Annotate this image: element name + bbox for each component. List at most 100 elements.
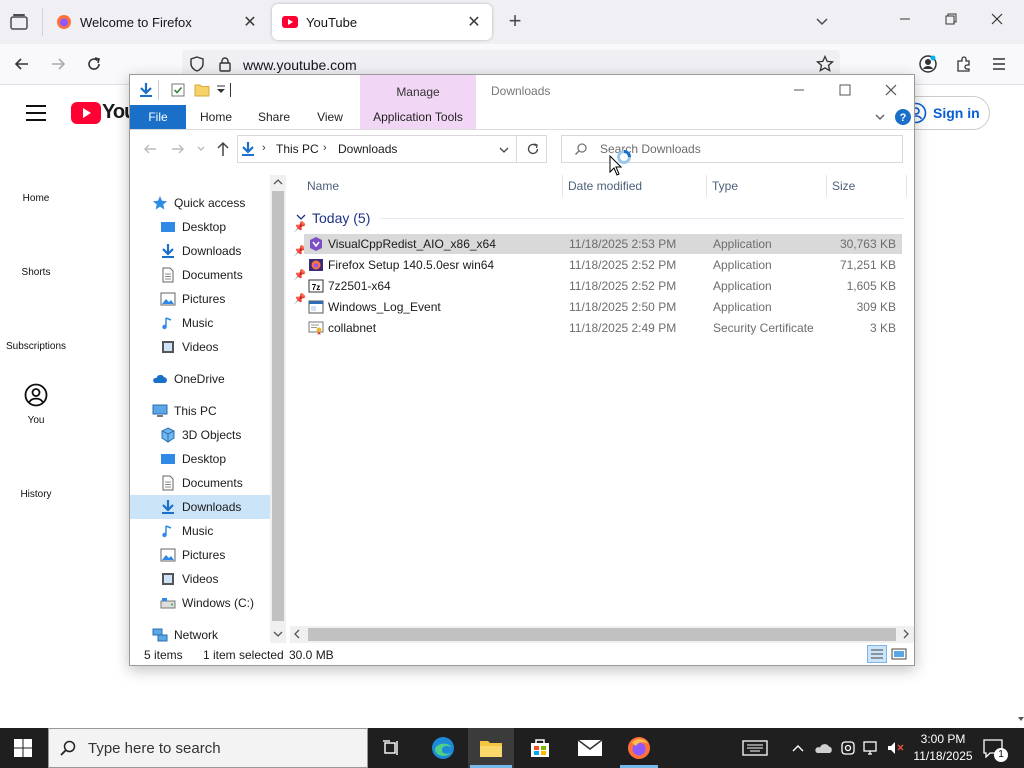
- taskbar-search-box[interactable]: Type here to search: [48, 728, 368, 768]
- file-row[interactable]: collabnet 11/18/2025 2:49 PM Security Ce…: [304, 318, 902, 338]
- scroll-left-icon[interactable]: [292, 629, 302, 639]
- close-tab-icon[interactable]: ✕: [466, 12, 482, 32]
- address-divider: [516, 135, 517, 163]
- forward-arrow-icon[interactable]: [170, 141, 186, 157]
- column-header-size[interactable]: Size: [832, 179, 855, 193]
- show-hidden-icons-chevron-icon[interactable]: [791, 741, 805, 755]
- account-icon[interactable]: [918, 54, 938, 74]
- file-row[interactable]: Firefox Setup 140.5.0esr win64 11/18/202…: [304, 255, 902, 275]
- ribbon-tab-share[interactable]: Share: [250, 105, 298, 129]
- tab-youtube[interactable]: YouTube ✕: [272, 4, 492, 40]
- meet-now-camera-icon[interactable]: [840, 740, 856, 756]
- column-header-name[interactable]: Name: [307, 179, 339, 193]
- close-window-icon[interactable]: [990, 12, 1012, 26]
- nav-label: Videos: [182, 572, 219, 586]
- scroll-down-icon[interactable]: [273, 629, 283, 639]
- close-icon[interactable]: [884, 83, 898, 97]
- onedrive-tray-icon[interactable]: [814, 740, 834, 756]
- url-text[interactable]: www.youtube.com: [243, 57, 357, 73]
- up-arrow-icon[interactable]: [215, 140, 231, 158]
- yt-nav-home[interactable]: Home: [1, 193, 71, 204]
- back-arrow-icon[interactable]: [142, 141, 158, 157]
- breadcrumb-downloads[interactable]: Downloads: [338, 142, 397, 156]
- breadcrumb-this-pc[interactable]: This PC: [276, 142, 319, 156]
- taskbar-clock[interactable]: 3:00 PM 11/18/2025: [906, 731, 980, 765]
- yt-nav-shorts[interactable]: Shorts: [1, 267, 71, 278]
- scroll-up-icon[interactable]: [273, 177, 283, 187]
- tracking-protection-shield-icon[interactable]: [189, 56, 205, 72]
- column-header-type[interactable]: Type: [712, 179, 738, 193]
- ribbon-tab-home[interactable]: Home: [192, 105, 240, 129]
- column-divider[interactable]: [826, 175, 827, 197]
- new-tab-icon[interactable]: +: [504, 10, 526, 32]
- close-tab-icon[interactable]: ✕: [242, 12, 258, 32]
- recent-locations-chevron-icon[interactable]: [196, 144, 206, 154]
- lock-icon[interactable]: [218, 56, 232, 72]
- file-row[interactable]: Windows_Log_Event 11/18/2025 2:50 PM App…: [304, 297, 902, 317]
- guide-menu-hamburger-icon[interactable]: [26, 104, 46, 122]
- minimize-icon[interactable]: [792, 83, 806, 97]
- column-divider[interactable]: [706, 175, 707, 197]
- windows-start-icon[interactable]: [14, 739, 32, 757]
- app-menu-hamburger-icon[interactable]: [991, 56, 1007, 72]
- yt-nav-you[interactable]: You: [1, 415, 71, 426]
- new-folder-icon[interactable]: [194, 82, 210, 98]
- expand-ribbon-chevron-icon[interactable]: [874, 111, 886, 123]
- column-divider[interactable]: [906, 175, 907, 197]
- back-arrow-icon[interactable]: [13, 55, 35, 73]
- input-keyboard-icon[interactable]: [742, 739, 768, 757]
- forward-arrow-icon[interactable]: [49, 55, 71, 73]
- ribbon-tab-file[interactable]: File: [130, 105, 186, 129]
- yt-nav-history[interactable]: History: [1, 489, 71, 500]
- group-collapse-chevron-icon[interactable]: [296, 212, 306, 222]
- scroll-down-arrow-icon[interactable]: [1017, 715, 1024, 723]
- file-size: 30,763 KB: [839, 237, 896, 251]
- help-icon[interactable]: ?: [894, 108, 912, 126]
- manage-context-tab[interactable]: Manage: [360, 75, 476, 105]
- maximize-icon[interactable]: [838, 83, 852, 97]
- file-type: Application: [713, 279, 772, 293]
- svg-text:7z: 7z: [312, 283, 320, 292]
- large-icons-view-icon[interactable]: [891, 646, 907, 662]
- firefox-taskbar-icon[interactable]: [626, 735, 652, 761]
- list-all-tabs-chevron-icon[interactable]: [814, 13, 836, 29]
- file-row[interactable]: VisualCppRedist_AIO_x86_x64 11/18/2025 2…: [304, 234, 902, 254]
- ribbon-tab-application-tools[interactable]: Application Tools: [360, 105, 476, 129]
- restore-icon[interactable]: [944, 12, 966, 26]
- group-header-today[interactable]: Today (5): [312, 210, 370, 226]
- extensions-puzzle-icon[interactable]: [955, 55, 973, 73]
- yt-nav-subscriptions[interactable]: Subscriptions: [1, 341, 71, 352]
- network-status-icon[interactable]: [862, 740, 880, 756]
- customize-qat-dropdown-icon[interactable]: [216, 84, 226, 96]
- youtube-logo[interactable]: You: [71, 101, 136, 124]
- pin-icon[interactable]: 📌: [294, 222, 306, 233]
- breadcrumb-separator-icon[interactable]: ›: [262, 142, 266, 154]
- properties-checkbox-icon[interactable]: [170, 82, 186, 98]
- nav-label: Pictures: [182, 548, 226, 562]
- minimize-icon[interactable]: [898, 12, 920, 26]
- tab-welcome-firefox[interactable]: Welcome to Firefox ✕: [46, 4, 268, 40]
- reload-icon[interactable]: [85, 55, 107, 73]
- edge-browser-icon[interactable]: [430, 735, 456, 761]
- you-avatar-icon[interactable]: [24, 383, 48, 407]
- nav-scrollbar-thumb[interactable]: [272, 191, 284, 621]
- volume-muted-icon[interactable]: [886, 740, 906, 756]
- breadcrumb-separator-icon[interactable]: ›: [323, 142, 327, 154]
- mail-envelope-icon[interactable]: [577, 738, 603, 758]
- task-view-icon[interactable]: [382, 738, 402, 758]
- taskbar-search-placeholder: Type here to search: [88, 739, 221, 757]
- details-view-icon[interactable]: [867, 645, 887, 663]
- address-dropdown-chevron-icon[interactable]: [498, 144, 510, 156]
- file-name: 7z2501-x64: [328, 279, 391, 293]
- file-name: Windows_Log_Event: [328, 300, 441, 314]
- microsoft-store-icon[interactable]: [528, 736, 552, 760]
- horizontal-scrollbar-thumb[interactable]: [308, 628, 896, 641]
- column-header-date-modified[interactable]: Date modified: [568, 179, 642, 193]
- file-row[interactable]: 7z 7z2501-x64 11/18/2025 2:52 PM Applica…: [304, 276, 902, 296]
- refresh-icon[interactable]: [525, 141, 541, 157]
- scroll-right-icon[interactable]: [901, 629, 911, 639]
- column-divider[interactable]: [562, 175, 563, 197]
- tab-list-icon[interactable]: [9, 13, 31, 31]
- bookmark-star-icon[interactable]: [816, 55, 834, 73]
- ribbon-tab-view[interactable]: View: [306, 105, 354, 129]
